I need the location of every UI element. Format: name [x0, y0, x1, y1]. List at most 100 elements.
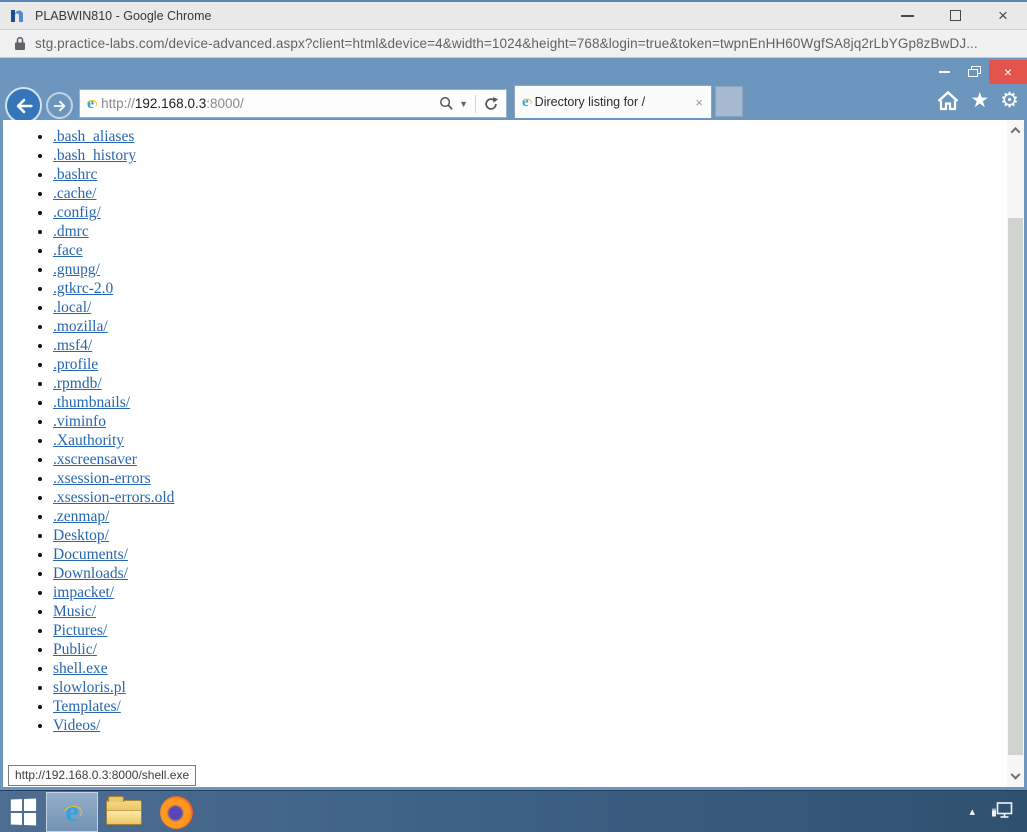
- directory-link[interactable]: .xsession-errors: [53, 470, 151, 487]
- window-title: PLABWIN810 - Google Chrome: [35, 9, 211, 23]
- search-icon[interactable]: [439, 96, 454, 111]
- directory-link[interactable]: .thumbnails/: [53, 394, 130, 411]
- windows-logo-icon: [11, 798, 36, 825]
- address-bar[interactable]: e http://192.168.0.3:8000/ ▼: [79, 89, 507, 118]
- ie-minimize-button[interactable]: [929, 60, 959, 84]
- directory-link[interactable]: Desktop/: [53, 527, 109, 544]
- directory-link[interactable]: .mozilla/: [53, 318, 108, 335]
- list-item: .face: [53, 241, 1024, 260]
- directory-link[interactable]: .bash_history: [53, 147, 136, 164]
- scroll-up-button[interactable]: [1007, 120, 1024, 140]
- list-item: shell.exe: [53, 659, 1024, 678]
- vertical-scrollbar[interactable]: [1007, 120, 1024, 787]
- taskbar-item-internet-explorer[interactable]: e: [46, 792, 98, 832]
- minimize-button[interactable]: [883, 2, 931, 29]
- directory-link[interactable]: impacket/: [53, 584, 114, 601]
- list-item: .xsession-errors.old: [53, 488, 1024, 507]
- list-item: .msf4/: [53, 336, 1024, 355]
- taskbar-item-file-explorer[interactable]: [98, 792, 150, 832]
- ie-restore-button[interactable]: [959, 60, 989, 84]
- back-arrow-icon: [13, 95, 35, 117]
- home-icon[interactable]: [937, 91, 959, 111]
- list-item: .bash_history: [53, 146, 1024, 165]
- forward-arrow-icon: [52, 98, 68, 114]
- directory-link[interactable]: Music/: [53, 603, 96, 620]
- list-item: .profile: [53, 355, 1024, 374]
- chrome-url-text[interactable]: stg.practice-labs.com/device-advanced.as…: [35, 36, 978, 51]
- url-port-path: :8000/: [206, 96, 244, 111]
- directory-link[interactable]: .Xauthority: [53, 432, 124, 449]
- directory-link[interactable]: .local/: [53, 299, 91, 316]
- directory-link[interactable]: Templates/: [53, 698, 121, 715]
- tab-directory-listing[interactable]: e Directory listing for / ×: [514, 85, 712, 118]
- restore-icon: [968, 66, 981, 78]
- directory-link[interactable]: .cache/: [53, 185, 96, 202]
- directory-link[interactable]: Downloads/: [53, 565, 128, 582]
- directory-link[interactable]: slowloris.pl: [53, 679, 126, 696]
- chrome-urlbar[interactable]: stg.practice-labs.com/device-advanced.as…: [0, 30, 1027, 58]
- list-item: .thumbnails/: [53, 393, 1024, 412]
- directory-link[interactable]: .config/: [53, 204, 101, 221]
- search-dropdown-caret-icon[interactable]: ▼: [459, 99, 468, 109]
- directory-link[interactable]: .msf4/: [53, 337, 92, 354]
- close-icon: ×: [1004, 64, 1012, 80]
- directory-link[interactable]: .xscreensaver: [53, 451, 137, 468]
- refresh-icon[interactable]: [483, 96, 499, 112]
- list-item: slowloris.pl: [53, 678, 1024, 697]
- list-item: Pictures/: [53, 621, 1024, 640]
- favorites-star-icon[interactable]: ★: [970, 90, 989, 111]
- close-button[interactable]: ×: [979, 2, 1027, 29]
- list-item: .zenmap/: [53, 507, 1024, 526]
- directory-link[interactable]: .gnupg/: [53, 261, 100, 278]
- chrome-titlebar: PLABWIN810 - Google Chrome ×: [0, 0, 1027, 30]
- scrollbar-thumb[interactable]: [1008, 218, 1023, 755]
- directory-link[interactable]: .bash_aliases: [53, 128, 134, 145]
- directory-link[interactable]: .zenmap/: [53, 508, 109, 525]
- taskbar: e ▴: [0, 790, 1027, 832]
- practice-labs-favicon: [9, 8, 25, 24]
- directory-link[interactable]: shell.exe: [53, 660, 108, 677]
- directory-link[interactable]: .gtkrc-2.0: [53, 280, 113, 297]
- tab-close-icon[interactable]: ×: [695, 95, 703, 110]
- new-tab-button[interactable]: [715, 86, 743, 117]
- directory-link[interactable]: Documents/: [53, 546, 128, 563]
- directory-link[interactable]: Videos/: [53, 717, 100, 734]
- list-item: .bash_aliases: [53, 127, 1024, 146]
- list-item: Public/: [53, 640, 1024, 659]
- minimize-icon: [901, 15, 914, 17]
- directory-link[interactable]: .profile: [53, 356, 98, 373]
- list-item: impacket/: [53, 583, 1024, 602]
- ie-close-button[interactable]: ×: [989, 60, 1027, 84]
- directory-link[interactable]: .rpmdb/: [53, 375, 102, 392]
- directory-link[interactable]: .dmrc: [53, 223, 89, 240]
- directory-link[interactable]: .viminfo: [53, 413, 106, 430]
- tray-expand-arrow-icon[interactable]: ▴: [969, 805, 975, 818]
- minimize-icon: [939, 71, 950, 73]
- directory-link[interactable]: Public/: [53, 641, 97, 658]
- taskbar-item-firefox[interactable]: [150, 792, 202, 832]
- maximize-button[interactable]: [931, 2, 979, 29]
- directory-link[interactable]: .xsession-errors.old: [53, 489, 174, 506]
- directory-link[interactable]: Pictures/: [53, 622, 107, 639]
- ie-window: × e http://192.168.0.3:8000/ ▼ e Dir: [0, 58, 1027, 790]
- list-item: Music/: [53, 602, 1024, 621]
- directory-link[interactable]: .face: [53, 242, 83, 259]
- list-item: .dmrc: [53, 222, 1024, 241]
- scroll-down-button[interactable]: [1007, 767, 1024, 787]
- ie-window-controls: ×: [929, 60, 1027, 84]
- start-button[interactable]: [0, 791, 46, 832]
- settings-gear-icon[interactable]: ⚙: [1000, 90, 1019, 111]
- ie-logo-icon: e: [522, 95, 529, 110]
- network-icon[interactable]: [991, 802, 1013, 821]
- address-url[interactable]: http://192.168.0.3:8000/: [101, 96, 244, 111]
- lock-icon[interactable]: [14, 36, 26, 51]
- list-item: .xsession-errors: [53, 469, 1024, 488]
- back-button[interactable]: [5, 87, 42, 124]
- list-item: Templates/: [53, 697, 1024, 716]
- directory-link[interactable]: .bashrc: [53, 166, 97, 183]
- list-item: Videos/: [53, 716, 1024, 735]
- forward-button[interactable]: [46, 92, 73, 119]
- list-item: .xscreensaver: [53, 450, 1024, 469]
- tab-title: Directory listing for /: [535, 95, 645, 109]
- ie-toolbar-icons: ★ ⚙: [937, 90, 1019, 111]
